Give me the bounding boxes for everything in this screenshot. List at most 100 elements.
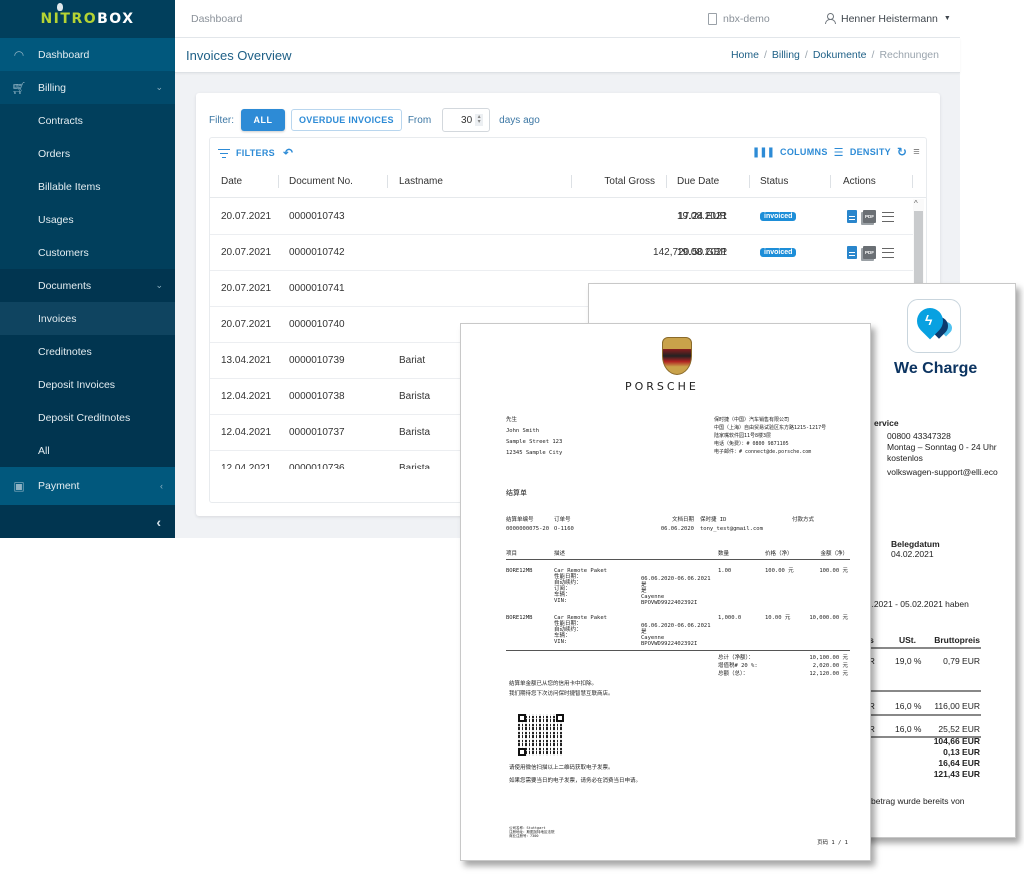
pdf-icon[interactable]: PDF (863, 246, 876, 259)
chevron-up-icon[interactable]: ^ (914, 199, 918, 208)
breadcrumb-home[interactable]: Home (731, 49, 759, 61)
filter-all-button[interactable]: ALL (241, 109, 285, 131)
sidebar-item-documents[interactable]: Documents ⌄ (0, 269, 175, 302)
undo-icon[interactable]: ↶ (283, 146, 293, 160)
sidebar-item-creditnotes[interactable]: Creditnotes (0, 335, 175, 368)
days-ago-input[interactable]: 30 ▴ ▾ (442, 108, 491, 132)
total-value: 12,120.00 元 (809, 671, 848, 677)
spinner-icon[interactable]: ▴ ▾ (475, 114, 484, 126)
sidebar-item-deposit-creditnotes[interactable]: Deposit Creditnotes (0, 401, 175, 434)
payment-note: gsbetrag wurde bereits von (862, 796, 965, 806)
sidebar-item-payment[interactable]: ▣ Payment ‹ (0, 467, 175, 505)
item-detail-value: 06.06.2020-06.06.2021 (641, 623, 711, 629)
refresh-icon[interactable]: ↻ (897, 145, 907, 159)
cell-document-no: 0000010740 (289, 319, 345, 330)
column-header-date[interactable]: Date (221, 176, 242, 187)
chevron-left-icon: ‹ (160, 481, 163, 491)
chevron-down-icon: ⌄ (155, 82, 163, 92)
cell-lastname: Barista (399, 391, 431, 402)
columns-button[interactable]: COLUMNS (780, 147, 828, 157)
col-header-gross: Bruttopreis (934, 635, 980, 645)
sidebar-item-usages[interactable]: Usages (0, 203, 175, 236)
column-header-document-no[interactable]: Document No. (289, 176, 353, 187)
item-amount: 10,000.00 元 (809, 615, 848, 621)
cart-icon: 🛒︎ (11, 80, 27, 95)
meta-value: 0000000075-20 (506, 526, 550, 532)
cell-date: 20.07.2021 (221, 211, 272, 222)
breadcrumb-current: Rechnungen (879, 49, 939, 61)
columns-icon: ❚❚❚ (751, 146, 775, 158)
note-line: 我们期待您下次访问保时捷智慧互联商店。 (509, 691, 614, 697)
sidebar: NITROBOX ◠ Dashboard 🛒︎ Billing ⌄ Contra… (0, 0, 175, 538)
item-detail-value: BPOVWD9922402392I (641, 641, 698, 647)
sidebar-item-label: Orders (38, 147, 71, 160)
sidebar-item-deposit-invoices[interactable]: Deposit Invoices (0, 368, 175, 401)
breadcrumb-dokumente[interactable]: Dokumente (813, 49, 867, 61)
column-header-lastname[interactable]: Lastname (399, 176, 443, 187)
sidebar-item-label: Creditnotes (38, 345, 92, 358)
sidebar-item-billing[interactable]: 🛒︎ Billing ⌄ (0, 71, 175, 104)
table-row[interactable]: 20.07.2021 0000010742 142,720.50 GBP 19.08.… (210, 235, 914, 271)
note-line: 结算单金额已从您的信用卡中扣除。 (509, 681, 598, 687)
document-icon[interactable] (847, 210, 857, 223)
caret-down-icon: ▼ (943, 15, 951, 22)
sidebar-collapse-button[interactable]: ‹ (0, 505, 175, 538)
sidebar-item-label: All (38, 444, 50, 457)
column-header-status[interactable]: Status (760, 176, 788, 187)
cell-date: 12.04.2021 (221, 427, 272, 438)
menu-icon[interactable] (882, 211, 894, 222)
topbar-breadcrumb[interactable]: Dashboard (191, 13, 242, 25)
sidebar-item-all[interactable]: All (0, 434, 175, 467)
meta-header: 订单号 (554, 517, 571, 523)
filter-overdue-button[interactable]: OVERDUE INVOICES (291, 109, 402, 131)
recipient-line: John Smith (506, 428, 540, 434)
breadcrumb-billing[interactable]: Billing (772, 49, 800, 61)
porsche-invoice-preview: PORSCHE 结算单 请使用微信扫描以上二维码获取电子发票。 如果您需要当日的… (460, 323, 871, 861)
nitrobox-logo[interactable]: NITROBOX (0, 0, 175, 38)
logo-text-box: BOX (97, 11, 135, 27)
line-gross: 0,79 EUR (943, 656, 980, 666)
user-menu[interactable]: Henner Heistermann ▼ (825, 13, 951, 25)
recipient-line: 12345 Sample City (506, 450, 563, 456)
logo-text-nitro: NITRO (40, 11, 98, 27)
sidebar-item-billable-items[interactable]: Billable Items (0, 170, 175, 203)
cell-due-date: 19.08.2021 (677, 247, 728, 258)
sidebar-item-orders[interactable]: Orders (0, 137, 175, 170)
table-divider (857, 690, 981, 692)
breadcrumb: Home / Billing / Dokumente / Rechnungen (730, 49, 939, 61)
document-icon[interactable] (847, 246, 857, 259)
column-header-due-date[interactable]: Due Date (677, 176, 719, 187)
menu-icon[interactable] (882, 247, 894, 258)
filters-button[interactable]: FILTERS ↶ (218, 146, 293, 160)
column-header-total-gross[interactable]: Total Gross (604, 176, 655, 187)
item-header: 项目 (506, 551, 518, 557)
cell-lastname: Barista (399, 463, 431, 469)
table-row[interactable]: 20.07.2021 0000010743 17.24 EUR 19.08.2021 i… (210, 199, 914, 235)
line-gross: 25,52 EUR (938, 724, 980, 734)
cell-lastname: Bariat (399, 355, 426, 366)
sidebar-item-label: Payment (38, 480, 80, 492)
tenant-selector[interactable]: nbx-demo (708, 12, 770, 25)
item-amount: 100.00 元 (819, 568, 848, 574)
page-header: Invoices Overview Home / Billing / Dokumente… (175, 38, 960, 73)
sidebar-item-dashboard[interactable]: ◠ Dashboard (0, 38, 175, 71)
sidebar-item-customers[interactable]: Customers (0, 236, 175, 269)
payment-icon: ▣ (13, 479, 25, 493)
pdf-icon[interactable]: PDF (863, 210, 876, 223)
sidebar-item-invoices[interactable]: Invoices (0, 302, 175, 335)
lightning-icon: ϟ (925, 312, 933, 328)
item-price: 10.00 元 (765, 615, 791, 621)
sidebar-item-contracts[interactable]: Contracts (0, 104, 175, 137)
line-vat: 16,0 % (895, 724, 922, 734)
export-icon[interactable]: ≡ (913, 146, 920, 158)
col-header-vat: USt. (899, 635, 916, 645)
density-button[interactable]: DENSITY (850, 147, 891, 157)
filter-label: Filter: (209, 114, 234, 126)
item-header: 金额（净） (820, 551, 848, 557)
service-heading: ervice (874, 418, 899, 428)
row-actions: PDF (847, 246, 894, 259)
cell-document-no: 0000010741 (289, 283, 345, 294)
service-hours: Montag – Sonntag 0 - 24 Uhr (887, 442, 997, 452)
wecharge-brand: We Charge (894, 360, 978, 377)
porsche-wordmark: PORSCHE (625, 380, 699, 393)
